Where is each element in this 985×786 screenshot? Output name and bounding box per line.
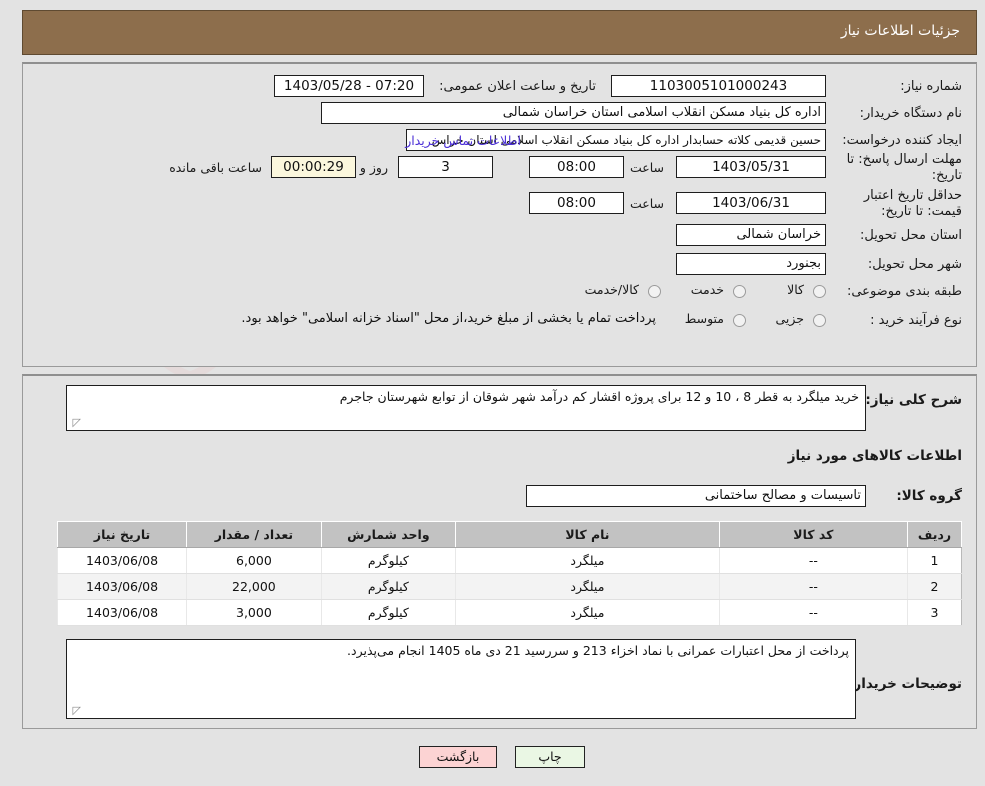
radio-classification-goods-label: کالا xyxy=(787,282,804,297)
province-field: خراسان شمالی xyxy=(676,224,826,246)
buyer-notes-textarea[interactable]: پرداخت از محل اعتبارات عمرانی با نماد اخ… xyxy=(66,639,856,719)
price-validity-label: حداقل تاریخ اعتبار قیمت: تا تاریخ: xyxy=(863,188,962,219)
buyer-org-field: اداره کل بنیاد مسکن انقلاب اسلامی استان … xyxy=(321,102,826,124)
cell-qty: 3,000 xyxy=(186,599,322,626)
cell-row: 1 xyxy=(907,547,962,574)
resize-grip-icon[interactable]: ◸ xyxy=(69,705,81,717)
buyer-notes-text: پرداخت از محل اعتبارات عمرانی با نماد اخ… xyxy=(347,643,849,658)
col-row: ردیف xyxy=(907,521,962,548)
cell-qty: 6,000 xyxy=(186,547,322,574)
need-number-field: 1103005101000243 xyxy=(611,75,826,97)
announce-datetime-field: 1403/05/28 - 07:20 xyxy=(274,75,424,97)
page-header: جزئیات اطلاعات نیاز xyxy=(22,10,977,55)
goods-group-field: تاسیسات و مصالح ساختمانی xyxy=(526,485,866,507)
summary-textarea[interactable]: خرید میلگرد به قطر 8 ، 10 و 12 برای پروژ… xyxy=(66,385,866,431)
resize-grip-icon[interactable]: ◸ xyxy=(69,417,81,429)
col-code: کد کالا xyxy=(718,521,909,548)
col-name: نام کالا xyxy=(455,521,720,548)
province-label: استان محل تحویل: xyxy=(860,228,962,243)
need-info-panel: شماره نیاز: 1103005101000243 تاریخ و ساع… xyxy=(22,62,977,367)
deadline-hour-field: 08:00 xyxy=(529,156,624,178)
buyer-notes-label: توضیحات خریدار: xyxy=(848,676,962,692)
goods-heading: اطلاعات کالاهای مورد نیاز xyxy=(787,448,962,464)
payment-note: پرداخت تمام یا بخشی از مبلغ خرید،از محل … xyxy=(241,311,656,326)
need-number-label: شماره نیاز: xyxy=(900,79,962,94)
price-validity-date-field: 1403/06/31 xyxy=(676,192,826,214)
deadline-label: مهلت ارسال پاسخ: تا تاریخ: xyxy=(846,152,962,183)
cell-code: -- xyxy=(718,573,908,600)
radio-process-minor[interactable] xyxy=(813,314,826,327)
city-label: شهر محل تحویل: xyxy=(867,257,962,272)
col-qty: تعداد / مقدار xyxy=(186,521,322,548)
page-title: جزئیات اطلاعات نیاز xyxy=(840,23,960,39)
table-body: 1 -- میلگرد کیلوگرم 6,000 1403/06/08 2 -… xyxy=(56,547,962,626)
col-date: تاریخ نیاز xyxy=(56,521,188,548)
cell-name: میلگرد xyxy=(455,547,720,574)
cell-row: 2 xyxy=(907,573,962,600)
print-button[interactable]: چاپ xyxy=(515,746,585,768)
cell-date: 1403/06/08 xyxy=(56,547,187,574)
col-unit: واحد شمارش xyxy=(320,521,457,548)
radio-classification-service-label: خدمت xyxy=(690,282,724,297)
radio-process-medium-label: متوسط xyxy=(684,311,724,326)
deadline-date-field: 1403/05/31 xyxy=(676,156,826,178)
radio-classification-goods-service[interactable] xyxy=(648,285,661,298)
cell-qty: 22,000 xyxy=(186,573,322,600)
radio-process-minor-label: جزیی xyxy=(775,311,804,326)
table-row[interactable]: 1 -- میلگرد کیلوگرم 6,000 1403/06/08 xyxy=(56,547,962,574)
page-root: AriaTender.net جزئیات اطلاعات نیاز شماره… xyxy=(0,0,985,786)
cell-row: 3 xyxy=(907,599,962,626)
cell-date: 1403/06/08 xyxy=(56,599,187,626)
goods-group-label: گروه کالا: xyxy=(896,488,962,504)
countdown-field: 00:00:29 xyxy=(271,156,356,178)
classification-label: طبقه بندی موضوعی: xyxy=(846,284,962,299)
radio-process-medium[interactable] xyxy=(733,314,746,327)
creator-label: ایجاد کننده درخواست: xyxy=(842,133,962,148)
table-row[interactable]: 2 -- میلگرد کیلوگرم 22,000 1403/06/08 xyxy=(56,573,962,600)
summary-label: شرح کلی نیاز: xyxy=(865,392,962,408)
buyer-org-label: نام دستگاه خریدار: xyxy=(859,106,962,121)
cell-name: میلگرد xyxy=(455,599,720,626)
remaining-days-label: روز و xyxy=(359,160,388,175)
cell-code: -- xyxy=(718,599,908,626)
process-type-label: نوع فرآیند خرید : xyxy=(870,313,962,328)
radio-classification-goods-service-label: کالا/خدمت xyxy=(584,282,639,297)
radio-classification-goods[interactable] xyxy=(813,285,826,298)
table-header-row: ردیف کد کالا نام کالا واحد شمارش تعداد /… xyxy=(56,521,962,548)
deadline-hour-label: ساعت xyxy=(629,160,664,175)
price-validity-hour-field: 08:00 xyxy=(529,192,624,214)
goods-detail-panel: شرح کلی نیاز: خرید میلگرد به قطر 8 ، 10 … xyxy=(22,374,977,729)
price-validity-hour-label: ساعت xyxy=(629,196,664,211)
goods-table: ردیف کد کالا نام کالا واحد شمارش تعداد /… xyxy=(56,521,962,626)
cell-name: میلگرد xyxy=(455,573,720,600)
back-button[interactable]: بازگشت xyxy=(419,746,497,768)
cell-unit: کیلوگرم xyxy=(320,599,456,626)
cell-code: -- xyxy=(718,547,908,574)
cell-unit: کیلوگرم xyxy=(320,547,456,574)
table-row[interactable]: 3 -- میلگرد کیلوگرم 3,000 1403/06/08 xyxy=(56,599,962,626)
radio-classification-service[interactable] xyxy=(733,285,746,298)
cell-date: 1403/06/08 xyxy=(56,573,187,600)
buyer-contact-link[interactable]: اطلاعات تماس خریدار xyxy=(405,133,521,148)
cell-unit: کیلوگرم xyxy=(320,573,456,600)
summary-text: خرید میلگرد به قطر 8 ، 10 و 12 برای پروژ… xyxy=(339,389,859,404)
countdown-label: ساعت باقی مانده xyxy=(169,160,262,175)
announce-label: تاریخ و ساعت اعلان عمومی: xyxy=(439,79,596,94)
city-field: بجنورد xyxy=(676,253,826,275)
remaining-days-field: 3 xyxy=(398,156,493,178)
